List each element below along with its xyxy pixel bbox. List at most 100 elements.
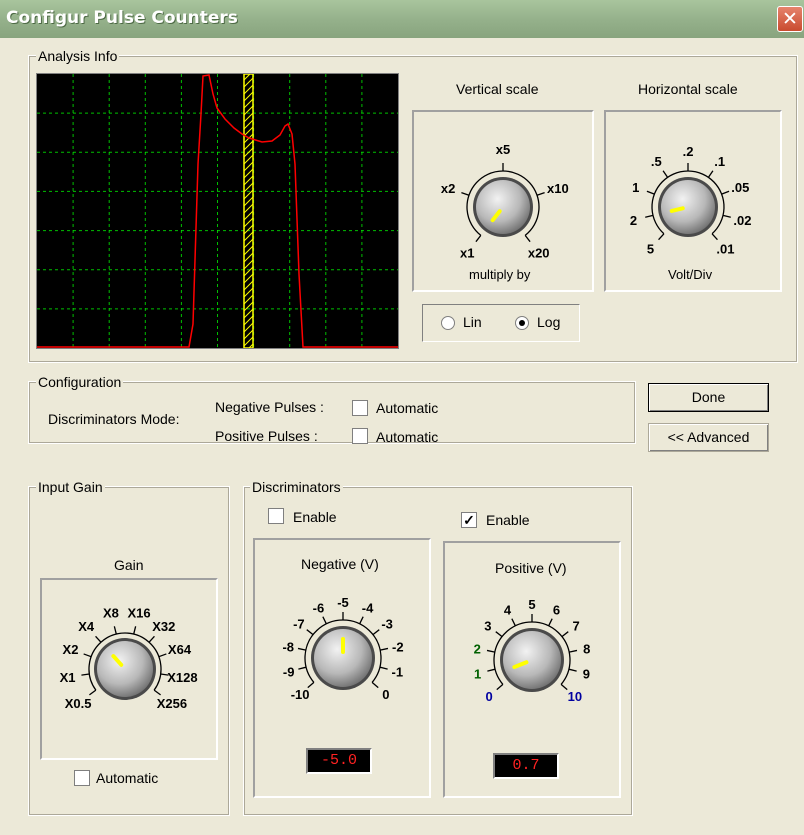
negative-tick-p9	[298, 666, 307, 670]
oscilloscope-plot	[37, 63, 398, 354]
vertical-tick-x1	[475, 234, 482, 243]
negative-automatic-checkbox[interactable]	[352, 400, 368, 416]
gain-label-x1: X1	[60, 670, 76, 685]
log-radio-dot	[519, 320, 525, 326]
positive-automatic-label[interactable]: Automatic	[376, 429, 438, 445]
vertical-label-x2: x2	[441, 181, 455, 196]
gain-tick-x32	[148, 635, 155, 643]
negative-pulses-label: Negative Pulses :	[215, 399, 324, 415]
gain-label-x2: X2	[63, 642, 79, 657]
gain-tick-x4	[95, 635, 102, 643]
positive-enable-label[interactable]: Enable	[486, 512, 530, 528]
horizontal-tick-p01	[711, 233, 718, 241]
vertical-knob-body	[476, 180, 530, 234]
gain-tick-x256	[153, 689, 161, 696]
gain-knob-body	[97, 641, 153, 697]
horizontal-label-p5: .5	[651, 154, 662, 169]
gain-label-x128: X128	[167, 670, 197, 685]
negative-enable-checkbox[interactable]	[268, 508, 284, 524]
vertical-scale-title: Vertical scale	[456, 81, 539, 97]
negative-tick-p6	[322, 616, 327, 625]
advanced-button[interactable]: << Advanced	[648, 423, 769, 452]
negative-enable-label[interactable]: Enable	[293, 509, 337, 525]
positive-label-4: 4	[504, 603, 512, 618]
negative-label-p7: -7	[293, 617, 305, 632]
negative-label-p5: -5	[337, 595, 349, 610]
positive-enable-checkbox[interactable]: ✓	[461, 512, 477, 528]
positive-tick-6	[548, 618, 553, 627]
log-label[interactable]: Log	[537, 314, 560, 330]
horizontal-label-5: 5	[647, 242, 654, 257]
positive-label-9: 9	[583, 667, 590, 682]
positive-label-8: 8	[583, 641, 590, 656]
negative-label-p2: -2	[392, 639, 404, 654]
gain-tick-x64	[158, 653, 167, 658]
scale-mode-box: Lin Log	[422, 304, 580, 342]
negative-label-p9: -9	[283, 665, 295, 680]
horizontal-label-2: 2	[630, 213, 637, 228]
negative-tick-p2	[380, 647, 389, 651]
gain-label-x64: X64	[168, 642, 192, 657]
positive-label-7: 7	[573, 619, 580, 634]
negative-label-0: 0	[382, 687, 389, 702]
done-button[interactable]: Done	[648, 383, 769, 412]
negative-label-p4: -4	[362, 601, 374, 616]
horizontal-tick-p05	[721, 190, 730, 195]
negative-tick-0	[371, 681, 379, 689]
vertical-tick-x20	[524, 234, 531, 243]
gain-automatic-checkbox[interactable]	[74, 770, 90, 786]
vertical-scale-sublabel: multiply by	[469, 267, 531, 282]
negative-tick-p4	[359, 616, 364, 625]
negative-label-p3: -3	[381, 617, 393, 632]
negative-label-p10: -10	[291, 687, 310, 702]
negative-automatic-label[interactable]: Automatic	[376, 400, 438, 416]
positive-tick-7	[561, 631, 569, 638]
horizontal-tick-2	[645, 214, 654, 218]
horizontal-tick-p5	[662, 170, 669, 178]
lin-label[interactable]: Lin	[463, 314, 482, 330]
positive-label-2: 2	[474, 641, 481, 656]
negative-tick-p3	[372, 629, 380, 636]
horizontal-scale-sublabel: Volt/Div	[668, 267, 713, 282]
negative-tick-p8	[297, 647, 306, 651]
negative-panel: Negative (V) -10 -9 -8 -7 -6 -5 -4 -3 -2 -1 0 -5.0	[253, 538, 431, 798]
horizontal-label-p02: .02	[733, 213, 751, 228]
positive-automatic-checkbox[interactable]	[352, 428, 368, 444]
positive-label-6: 6	[553, 603, 560, 618]
positive-label-1: 1	[474, 667, 481, 682]
gain-label-x4: X4	[78, 619, 95, 634]
gain-label-x256: X256	[157, 696, 187, 711]
positive-pulses-label: Positive Pulses :	[215, 428, 318, 444]
gain-tick-x1	[81, 673, 90, 676]
log-radio[interactable]	[515, 316, 529, 330]
horizontal-tick-p1	[707, 170, 714, 178]
gain-knob[interactable]: X0.5 X1 X2 X4 X8 X16X32 X64 X128 X256	[42, 580, 216, 758]
input-gain-legend: Input Gain	[36, 479, 105, 495]
vertical-label-x5: x5	[496, 142, 510, 157]
horizontal-label-p05: .05	[731, 180, 749, 195]
horizontal-scale-panel: 5 2 1 .5 .2 .1 .05 .02 .01 Volt/Div	[604, 110, 782, 292]
discriminators-legend: Discriminators	[250, 479, 343, 495]
vertical-tick-x10	[536, 192, 545, 196]
configuration-legend: Configuration	[36, 374, 124, 390]
negative-value-display: -5.0	[306, 748, 372, 774]
title-bar: Configur Pulse Counters ✕	[0, 0, 804, 38]
positive-tick-8	[569, 649, 578, 653]
horizontal-scale-knob[interactable]: 52 1 .5 .2 .1 .05 .02 .01	[606, 112, 780, 290]
vertical-scale-knob[interactable]: x1 x2 x5 x10 x20	[414, 112, 592, 290]
close-icon: ✕	[782, 8, 798, 30]
window-title: Configur Pulse Counters	[6, 8, 238, 28]
negative-tick-p1	[379, 666, 388, 670]
positive-value-display: 0.7	[493, 753, 559, 779]
gain-tick-x2	[83, 653, 92, 658]
horizontal-label-p1: .1	[714, 154, 725, 169]
vertical-scale-panel: x1 x2 x5 x10 x20 multiply by	[412, 110, 594, 292]
gain-automatic-label[interactable]: Automatic	[96, 770, 158, 786]
positive-label-3: 3	[484, 619, 491, 634]
close-button[interactable]: ✕	[777, 6, 803, 32]
lin-radio[interactable]	[441, 316, 455, 330]
discriminators-mode-label: Discriminators Mode:	[48, 411, 180, 427]
checkmark-icon: ✓	[463, 512, 475, 528]
positive-tick-4	[511, 618, 516, 627]
positive-knob-body	[503, 631, 561, 689]
